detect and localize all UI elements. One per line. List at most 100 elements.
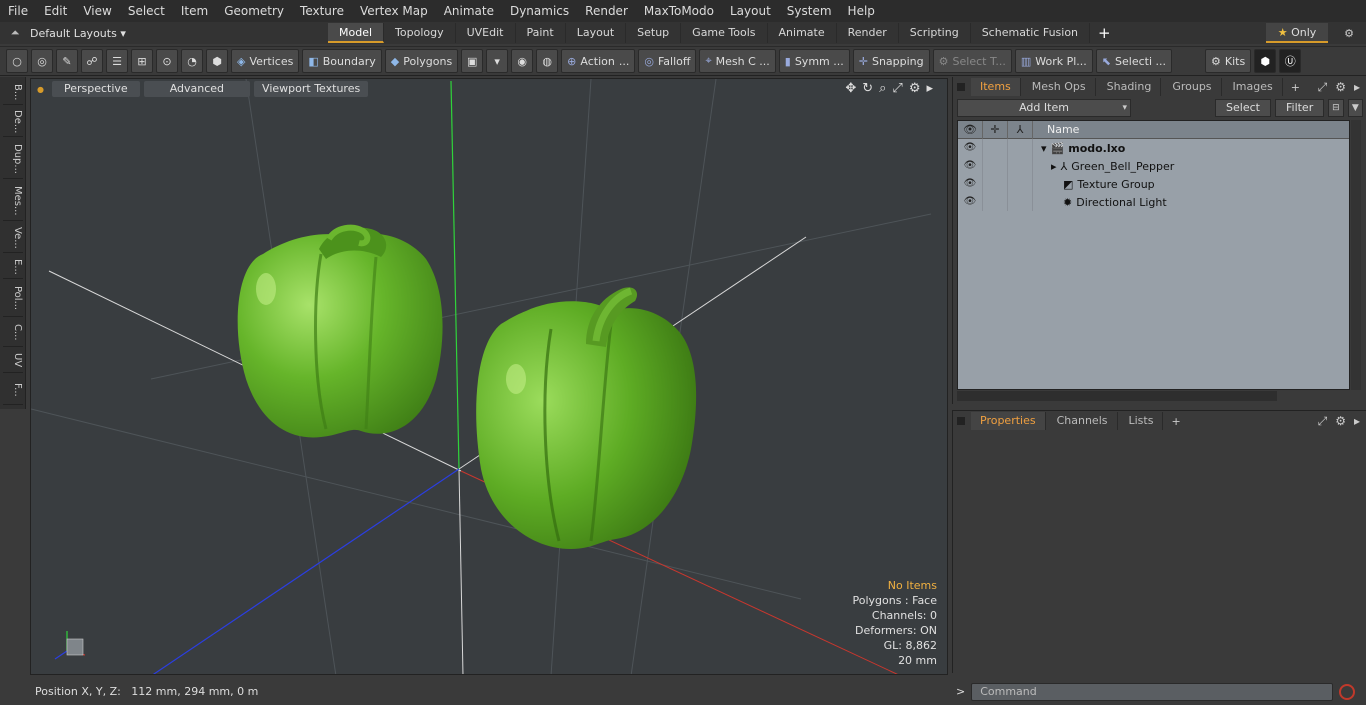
- panel-corner-icon[interactable]: [957, 83, 965, 91]
- tree-horizontal-scrollbar[interactable]: [957, 391, 1277, 401]
- snapping-button[interactable]: ✛ Snapping: [852, 49, 930, 73]
- menu-vertex-map[interactable]: Vertex Map: [352, 0, 436, 22]
- left-tab-basic[interactable]: B...: [3, 81, 23, 105]
- tab-model[interactable]: Model: [328, 23, 385, 43]
- left-tab-fusion[interactable]: F...: [3, 375, 23, 405]
- collapse-icon[interactable]: ⊟: [1328, 99, 1344, 117]
- add-item-dropdown[interactable]: Add Item ▾: [957, 99, 1132, 117]
- add-tab-icon[interactable]: +: [1090, 24, 1119, 42]
- perspective-button[interactable]: Perspective: [51, 81, 140, 97]
- visibility-eye-icon[interactable]: 👁: [958, 193, 983, 211]
- collapse-arrow-icon[interactable]: ▸: [1051, 160, 1057, 173]
- tab-layout[interactable]: Layout: [566, 23, 627, 43]
- type-column-icon[interactable]: ⅄: [1008, 120, 1033, 139]
- target-icon[interactable]: ⊙: [156, 49, 178, 73]
- tab-game-tools[interactable]: Game Tools: [681, 23, 768, 43]
- tree-row-light[interactable]: 👁 ✹ Directional Light: [958, 193, 1349, 211]
- work-plane-button[interactable]: ▥ Work Pl...: [1014, 49, 1093, 73]
- add-panel-tab-icon[interactable]: +: [1285, 81, 1306, 94]
- tree-row-mesh[interactable]: 👁 ▸ ⅄ Green_Bell_Pepper: [958, 157, 1349, 175]
- menu-animate[interactable]: Animate: [436, 0, 502, 22]
- only-toggle[interactable]: ★ Only: [1266, 23, 1328, 43]
- play-arrow-icon[interactable]: ▸: [926, 81, 933, 96]
- clock-icon[interactable]: ◔: [181, 49, 203, 73]
- pen-icon[interactable]: ✎: [56, 49, 78, 73]
- panel-gear-icon[interactable]: ⚙: [1335, 80, 1346, 95]
- item-mode-icon[interactable]: ▣: [461, 49, 484, 73]
- filter-button[interactable]: Filter: [1274, 99, 1325, 117]
- select-button[interactable]: Select: [1215, 99, 1271, 117]
- physics-icon[interactable]: ◍: [536, 49, 559, 73]
- tree-row-scene[interactable]: 👁 ▾ 🎬 modo.lxo: [958, 139, 1349, 157]
- select-through-button[interactable]: ⚙ Select T...: [932, 49, 1012, 73]
- panel-arrow-icon[interactable]: ▸: [1354, 414, 1360, 429]
- left-tab-uv[interactable]: UV: [3, 349, 23, 373]
- unreal-icon[interactable]: Ⓤ: [1279, 49, 1302, 73]
- circle-select-icon[interactable]: ○: [6, 49, 28, 73]
- tab-schematic-fusion[interactable]: Schematic Fusion: [971, 23, 1091, 43]
- left-tab-mesh[interactable]: Mes...: [3, 181, 23, 221]
- record-icon[interactable]: [1339, 683, 1356, 700]
- center-icon[interactable]: ⊞: [131, 49, 153, 73]
- expand-icon[interactable]: ⤢: [1318, 414, 1328, 429]
- menu-geometry[interactable]: Geometry: [216, 0, 292, 22]
- tab-paint[interactable]: Paint: [516, 23, 566, 43]
- visibility-eye-icon[interactable]: 👁: [958, 157, 983, 175]
- globe-icon[interactable]: ◎: [31, 49, 53, 73]
- tab-animate[interactable]: Animate: [768, 23, 837, 43]
- visibility-eye-icon[interactable]: 👁: [958, 175, 983, 193]
- 3d-viewport[interactable]: ● Perspective Advanced Viewport Textures…: [30, 78, 948, 675]
- left-tab-duplicate[interactable]: Dup...: [3, 139, 23, 179]
- boundary-button[interactable]: ◧ Boundary: [302, 49, 382, 73]
- layouts-dropdown[interactable]: Default Layouts ▾: [30, 27, 130, 40]
- falloff-button[interactable]: ◎ Falloff: [638, 49, 697, 73]
- symmetry-button[interactable]: ▮ Symm ...: [778, 49, 850, 73]
- move-view-icon[interactable]: ✥: [845, 81, 856, 96]
- viewport-textures-button[interactable]: Viewport Textures: [254, 81, 369, 97]
- tab-properties[interactable]: Properties: [971, 412, 1046, 430]
- align-icon[interactable]: ☰: [106, 49, 128, 73]
- menu-dynamics[interactable]: Dynamics: [502, 0, 577, 22]
- tab-channels[interactable]: Channels: [1048, 412, 1118, 430]
- tab-render[interactable]: Render: [837, 23, 899, 43]
- zoom-icon[interactable]: ⌕: [879, 81, 886, 96]
- expand-arrow-icon[interactable]: ▾: [1041, 142, 1047, 155]
- tab-groups[interactable]: Groups: [1163, 78, 1222, 96]
- viewport-gear-icon[interactable]: ⚙: [909, 81, 921, 96]
- maximize-icon[interactable]: ⤢: [892, 81, 902, 96]
- tab-lists[interactable]: Lists: [1120, 412, 1164, 430]
- dropdown-arrow-icon[interactable]: ▾: [486, 49, 509, 73]
- tab-topology[interactable]: Topology: [384, 23, 456, 43]
- expand-icon[interactable]: ⤢: [1318, 80, 1328, 95]
- lock-column-icon[interactable]: ✛: [983, 120, 1008, 139]
- panel-arrow-icon[interactable]: ▸: [1354, 80, 1360, 95]
- rotate-view-icon[interactable]: ↻: [862, 81, 873, 96]
- tab-setup[interactable]: Setup: [626, 23, 682, 43]
- menu-maxtomodo[interactable]: MaxToModo: [636, 0, 722, 22]
- menu-view[interactable]: View: [75, 0, 119, 22]
- visibility-eye-icon[interactable]: 👁: [958, 139, 983, 157]
- tab-images[interactable]: Images: [1224, 78, 1283, 96]
- add-panel-tab-icon[interactable]: +: [1165, 415, 1186, 428]
- tab-scripting[interactable]: Scripting: [899, 23, 971, 43]
- menu-help[interactable]: Help: [840, 0, 883, 22]
- left-tab-vertex[interactable]: Ve...: [3, 223, 23, 253]
- tab-mesh-ops[interactable]: Mesh Ops: [1023, 78, 1096, 96]
- tab-items[interactable]: Items: [971, 78, 1021, 96]
- polygons-button[interactable]: ◆ Polygons: [384, 49, 459, 73]
- advanced-button[interactable]: Advanced: [143, 81, 251, 97]
- menu-select[interactable]: Select: [120, 0, 173, 22]
- layout-up-icon[interactable]: ⏶: [0, 26, 30, 40]
- left-tab-edge[interactable]: E...: [3, 255, 23, 279]
- left-tab-deform[interactable]: De...: [3, 107, 23, 137]
- menu-file[interactable]: File: [0, 0, 36, 22]
- command-input[interactable]: Command: [971, 682, 1334, 701]
- tab-uvedit[interactable]: UVEdit: [456, 23, 516, 43]
- lasso-icon[interactable]: ☍: [81, 49, 103, 73]
- tree-vertical-scrollbar[interactable]: [1351, 120, 1361, 390]
- tree-row-texture-group[interactable]: 👁 ◩ Texture Group: [958, 175, 1349, 193]
- menu-edit[interactable]: Edit: [36, 0, 75, 22]
- menu-layout[interactable]: Layout: [722, 0, 779, 22]
- panel-gear-icon[interactable]: ⚙: [1335, 414, 1346, 429]
- left-tab-polygon[interactable]: Pol...: [3, 281, 23, 317]
